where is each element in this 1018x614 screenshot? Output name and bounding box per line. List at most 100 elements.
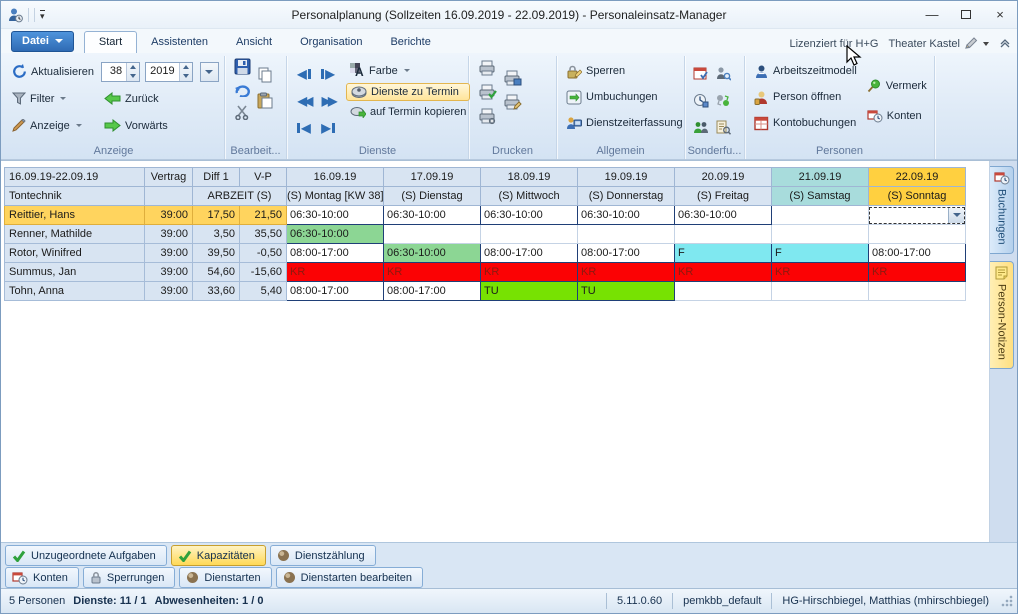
schedule-cell[interactable]: KR (868, 262, 966, 282)
person-name-cell[interactable]: Renner, Mathilde (4, 224, 145, 244)
zurueck-button[interactable]: Zurück (100, 90, 163, 107)
nav-fast-forward-button[interactable]: ▶▶ (322, 94, 338, 108)
shift-combobox[interactable] (869, 206, 965, 224)
anzeige-button[interactable]: Anzeige (8, 117, 100, 134)
paste-icon[interactable] (257, 92, 273, 109)
schedule-cell[interactable]: 08:00-17:00 (480, 243, 578, 263)
nav-next-frame-button[interactable]: ▶ (321, 67, 335, 81)
filter-button[interactable]: Filter (8, 90, 100, 107)
schedule-cell[interactable] (868, 205, 966, 225)
collapse-ribbon-icon[interactable] (999, 38, 1011, 49)
person-name-cell[interactable]: Rotor, Winifred (4, 243, 145, 263)
dienstarten-button[interactable]: Dienstarten (179, 567, 272, 588)
dienstzeiterfassung-button[interactable]: Dienstzeiterfassung (562, 110, 683, 136)
konten-bottom-button[interactable]: Konten (5, 567, 79, 588)
schedule-cell[interactable]: 08:00-17:00 (286, 281, 384, 301)
spin-up-icon[interactable] (180, 63, 192, 72)
copy-icon[interactable] (257, 67, 273, 84)
schedule-cell[interactable] (674, 281, 772, 301)
kontobuchungen-button[interactable]: Kontobuchungen (750, 110, 861, 136)
schedule-cell[interactable]: 08:00-17:00 (286, 243, 384, 263)
tab-organisation[interactable]: Organisation (286, 32, 376, 53)
sync-balls-icon[interactable] (715, 93, 731, 108)
undo-icon[interactable] (234, 83, 251, 97)
year-spinner[interactable]: 2019 (145, 61, 193, 82)
week-spinner[interactable]: 38 (101, 61, 141, 82)
schedule-cell[interactable] (480, 224, 578, 244)
person-search-icon[interactable] (715, 66, 731, 81)
print-icon[interactable] (478, 60, 497, 77)
schedule-cell[interactable] (771, 205, 869, 225)
schedule-cell[interactable] (771, 224, 869, 244)
schedule-cell[interactable] (868, 224, 966, 244)
aktualisieren-button[interactable]: Aktualisieren (8, 62, 101, 81)
resize-grip[interactable] (1001, 595, 1013, 607)
schedule-cell[interactable]: 06:30-10:00 (286, 224, 384, 244)
person-name-cell[interactable]: Summus, Jan (4, 262, 145, 282)
tab-assistenten[interactable]: Assistenten (137, 32, 222, 53)
print-check-icon[interactable] (478, 84, 497, 101)
save-icon[interactable] (234, 58, 251, 75)
schedule-cell[interactable]: 06:30-10:00 (383, 243, 481, 263)
schedule-cell[interactable]: KR (674, 262, 772, 282)
schedule-cell[interactable] (771, 281, 869, 301)
person-name-cell[interactable]: Tohn, Anna (4, 281, 145, 301)
schedule-cell[interactable] (383, 224, 481, 244)
maximize-button[interactable] (949, 2, 983, 28)
tab-start[interactable]: Start (83, 31, 138, 53)
file-menu-button[interactable]: Datei (11, 31, 74, 52)
dienstarten-bearbeiten-button[interactable]: Dienstarten bearbeiten (275, 567, 423, 588)
konten-button[interactable]: Konten (863, 103, 931, 129)
nav-fast-back-button[interactable]: ◀◀ (298, 94, 314, 108)
schedule-cell[interactable] (577, 224, 675, 244)
sperren-button[interactable]: Sperren (562, 58, 679, 84)
nav-last-button[interactable]: ▶ (321, 121, 335, 135)
tab-ansicht[interactable]: Ansicht (222, 32, 286, 53)
person-name-cell[interactable]: Reittier, Hans (4, 205, 145, 225)
vorwaerts-button[interactable]: Vorwärts (100, 117, 172, 134)
schedule-cell[interactable]: 08:00-17:00 (577, 243, 675, 263)
schedule-cell[interactable]: 06:30-10:00 (286, 205, 384, 225)
spin-down-icon[interactable] (180, 72, 192, 81)
side-tab-buchungen[interactable]: Buchungen (990, 166, 1014, 254)
schedule-cell[interactable] (674, 224, 772, 244)
person-oeffnen-button[interactable]: Person öffnen (750, 84, 861, 110)
spin-up-icon[interactable] (127, 63, 139, 72)
print-list-icon[interactable] (503, 70, 522, 87)
spin-down-icon[interactable] (127, 72, 139, 81)
print-settings-icon[interactable] (478, 108, 497, 125)
calendar-check-icon[interactable] (693, 66, 709, 81)
nav-prev-frame-button[interactable]: ◀ (297, 67, 311, 81)
arbeitszeitmodell-button[interactable]: Arbeitszeitmodell (750, 58, 861, 84)
schedule-cell[interactable]: 06:30-10:00 (383, 205, 481, 225)
nav-first-button[interactable]: ◀ (297, 121, 311, 135)
schedule-cell[interactable]: KR (480, 262, 578, 282)
umbuchungen-button[interactable]: Umbuchungen (562, 84, 679, 110)
schedule-cell[interactable]: F (771, 243, 869, 263)
schedule-cell[interactable]: 06:30-10:00 (674, 205, 772, 225)
period-dropdown-button[interactable] (199, 61, 219, 82)
protocol-search-icon[interactable] (715, 120, 731, 135)
profile-selector[interactable]: Theater Kastel (888, 37, 989, 50)
schedule-cell[interactable]: KR (383, 262, 481, 282)
schedule-cell[interactable]: TU (577, 281, 675, 301)
dienste-zu-termin-button[interactable]: Dienste zu Termin (346, 83, 471, 101)
schedule-cell[interactable]: F (674, 243, 772, 263)
dienstzaehlung-button[interactable]: Dienstzählung (269, 545, 376, 566)
auf-termin-kopieren-button[interactable]: auf Termin kopieren (346, 104, 470, 120)
schedule-cell[interactable]: 08:00-17:00 (383, 281, 481, 301)
farbe-button[interactable]: A Farbe (346, 61, 470, 80)
schedule-cell[interactable]: KR (286, 262, 384, 282)
two-persons-icon[interactable] (693, 120, 709, 135)
clock-icon[interactable] (693, 93, 709, 108)
schedule-cell[interactable]: 08:00-17:00 (868, 243, 966, 263)
schedule-cell[interactable] (868, 281, 966, 301)
side-tab-person-notizen[interactable]: Person-Notizen (990, 260, 1014, 369)
sperrungen-button[interactable]: Sperrungen (82, 567, 176, 588)
unzugeordnete-aufgaben-button[interactable]: Unzugeordnete Aufgaben (5, 545, 167, 566)
kapazitaeten-button[interactable]: Kapazitäten (170, 545, 266, 566)
schedule-cell[interactable]: KR (771, 262, 869, 282)
close-button[interactable]: × (983, 2, 1017, 28)
minimize-button[interactable]: — (915, 2, 949, 28)
print-edit-icon[interactable] (503, 94, 522, 111)
